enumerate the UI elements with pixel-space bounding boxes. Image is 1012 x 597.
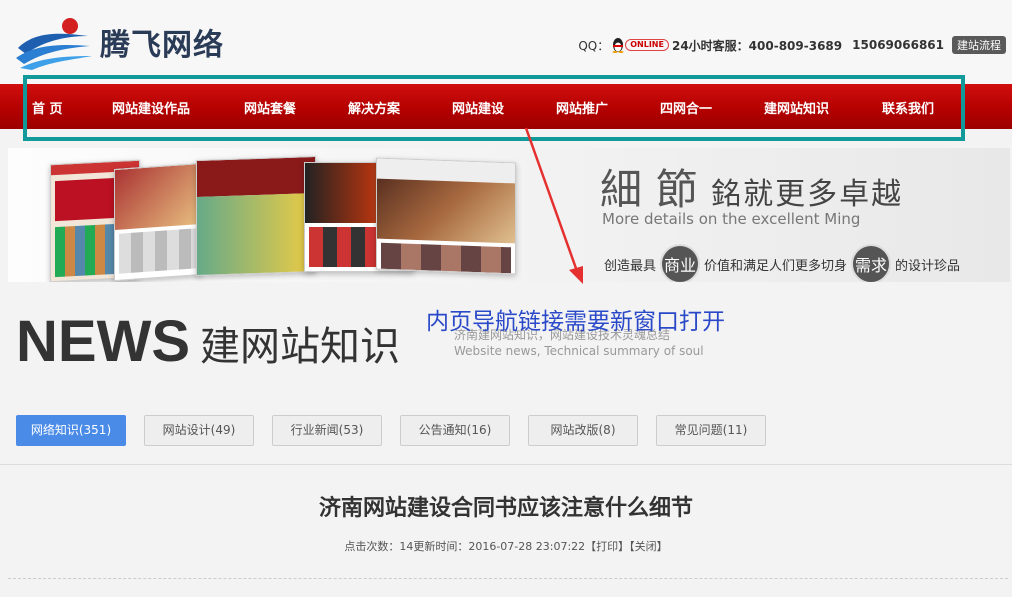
tab-site-redesign[interactable]: 网站改版(8) (528, 415, 638, 446)
tab-web-design[interactable]: 网站设计(49) (144, 415, 254, 446)
tab-faq[interactable]: 常见问题(11) (656, 415, 766, 446)
tab-announcements[interactable]: 公告通知(16) (400, 415, 510, 446)
page: 腾飞网络 QQ： ONLINE 24小时客服：400-809-3689 1506… (0, 0, 1012, 597)
article-title: 济南网站建设合同书应该注意什么细节 (318, 496, 693, 521)
annotation-text: 内页导航链接需要新窗口打开 (426, 309, 725, 335)
dashed-divider (8, 578, 1008, 579)
article-meta: 点击次数：14更新时间：2016-07-28 23:07:22【打印】【关闭】 (344, 540, 668, 553)
tab-network-knowledge[interactable]: 网络知识(351) (16, 415, 126, 446)
section-divider (0, 464, 1012, 465)
tab-industry-news[interactable]: 行业新闻(53) (272, 415, 382, 446)
